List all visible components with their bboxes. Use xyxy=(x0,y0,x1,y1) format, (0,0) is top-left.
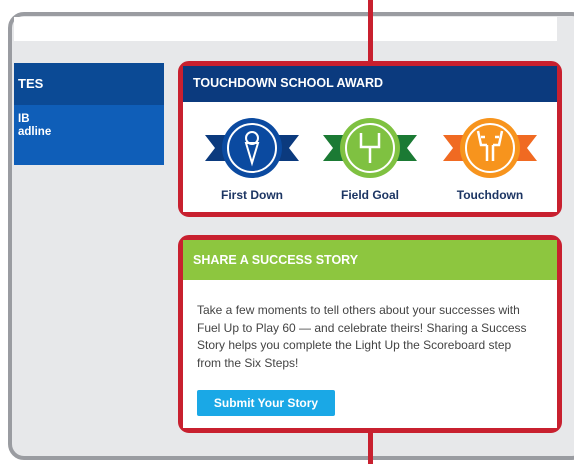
goalpost-icon xyxy=(323,118,417,178)
award-label: Touchdown xyxy=(456,188,524,202)
award-label: First Down xyxy=(221,188,283,202)
story-body-text: Take a few moments to tell others about … xyxy=(197,303,527,370)
updates-line-2: adline xyxy=(18,126,52,138)
award-touchdown[interactable]: Touchdown xyxy=(435,113,545,202)
callout-line-top xyxy=(368,0,373,64)
award-card: TOUCHDOWN SCHOOL AWARD First Down Field … xyxy=(183,66,557,212)
award-label: Field Goal xyxy=(340,188,399,202)
updates-panel-heading: TES xyxy=(14,63,164,105)
award-field-goal[interactable]: Field Goal xyxy=(315,113,425,202)
raised-hands-icon xyxy=(443,118,537,178)
award-first-down[interactable]: First Down xyxy=(197,113,307,202)
ice-cream-icon xyxy=(205,118,299,178)
updates-panel[interactable]: TES IB adline xyxy=(14,63,164,165)
updates-panel-text: IB adline xyxy=(14,105,164,139)
award-card-title: TOUCHDOWN SCHOOL AWARD xyxy=(183,66,557,102)
story-card: SHARE A SUCCESS STORY Take a few moments… xyxy=(183,240,557,428)
callout-line-bottom xyxy=(368,428,373,464)
submit-story-button[interactable]: Submit Your Story xyxy=(197,390,335,416)
story-card-title: SHARE A SUCCESS STORY xyxy=(183,240,557,280)
updates-line-1: IB xyxy=(18,113,30,125)
top-bar xyxy=(14,17,557,41)
